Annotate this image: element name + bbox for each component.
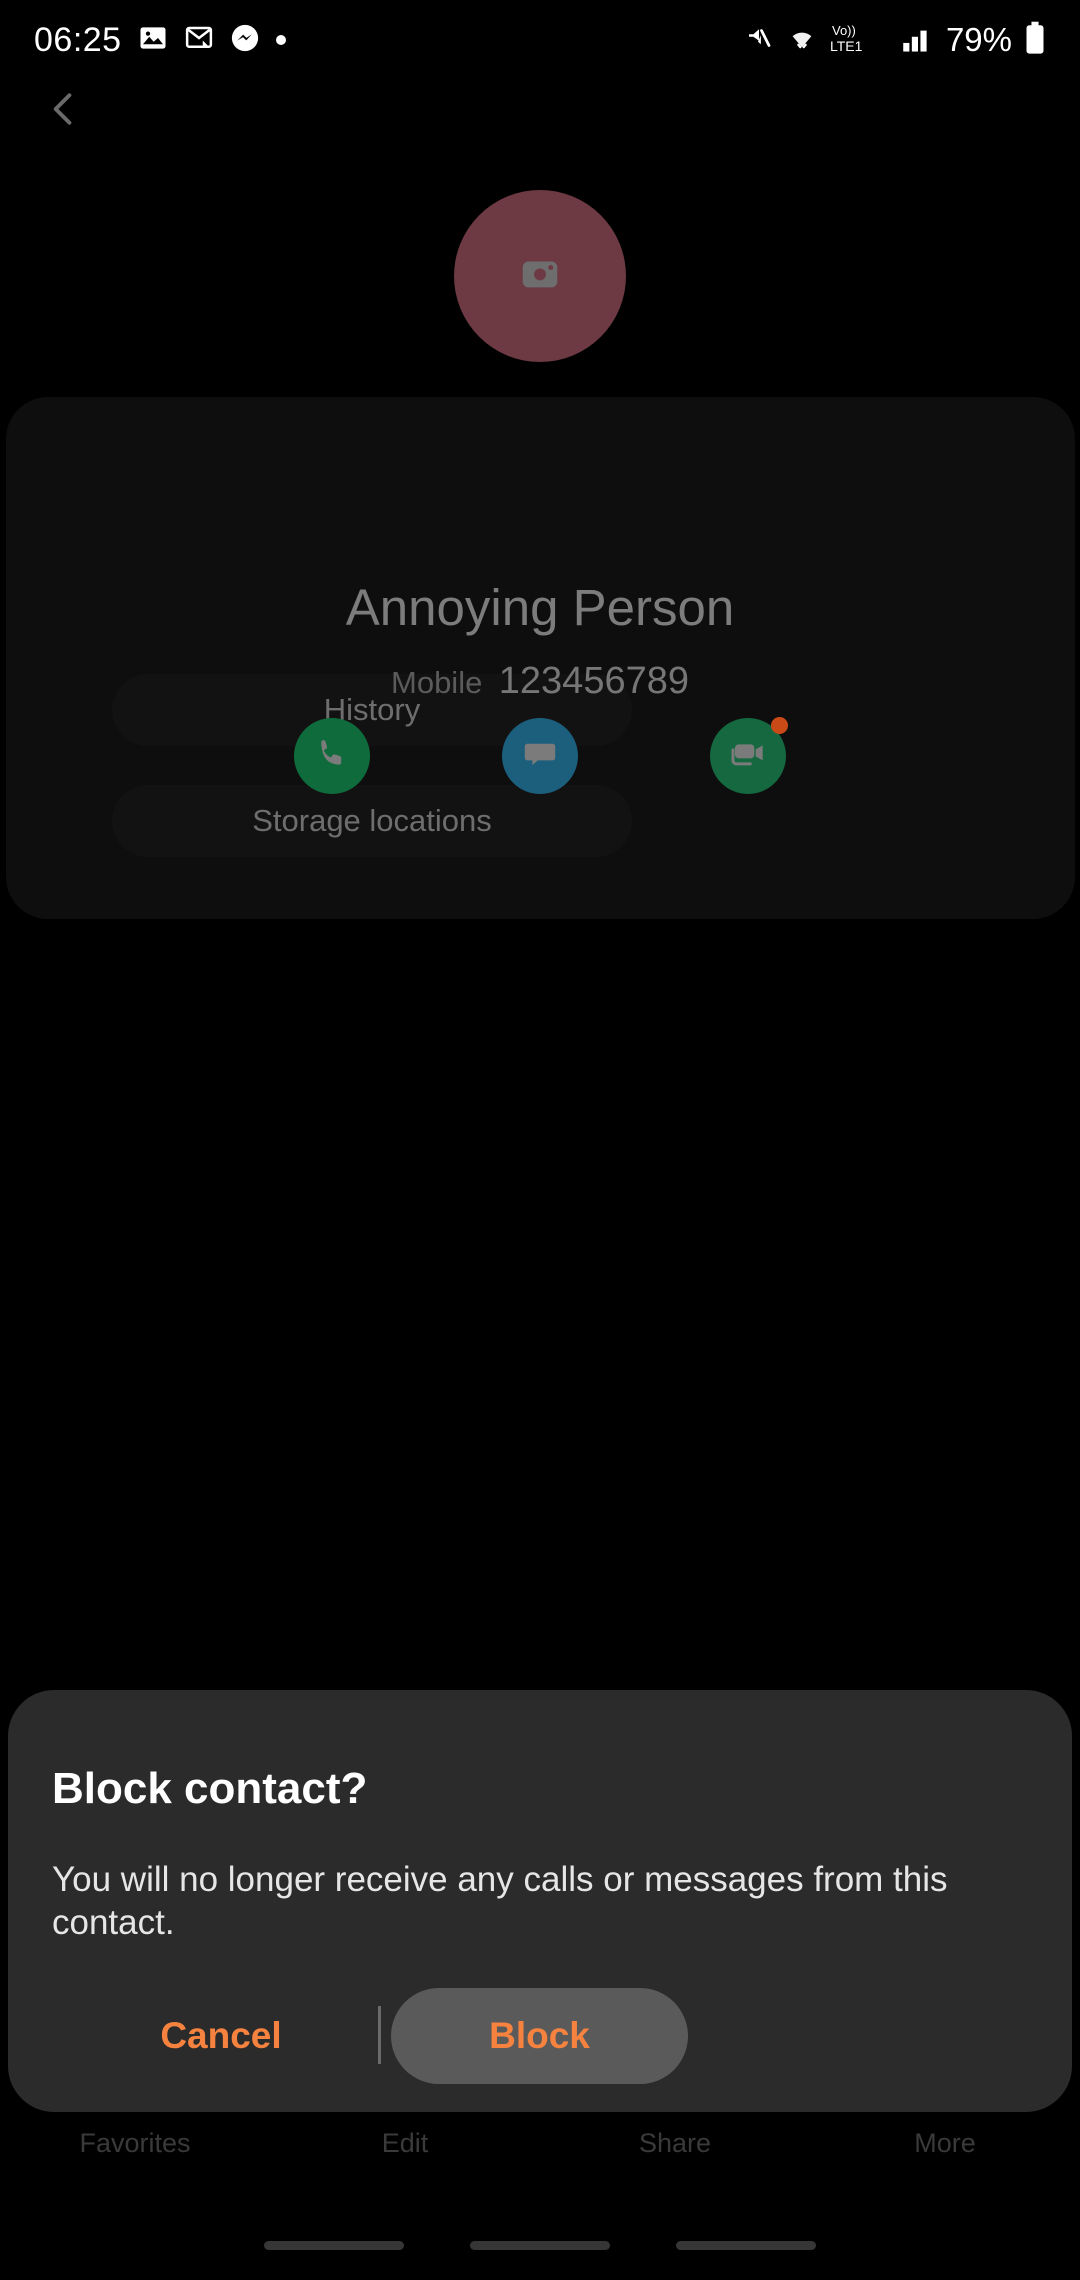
back-button[interactable] [30, 78, 96, 144]
gesture-handle-home[interactable] [470, 2240, 610, 2250]
dialog-title: Block contact? [52, 1764, 368, 1813]
contact-number-row[interactable]: Mobile 123456789 [0, 660, 1080, 703]
gallery-icon [138, 23, 168, 58]
storage-locations-button[interactable]: Storage locations [112, 785, 632, 857]
wifi-icon [786, 23, 818, 58]
contact-number-label: Mobile [391, 665, 483, 700]
svg-text:LTE1: LTE1 [830, 38, 863, 54]
storage-locations-label: Storage locations [252, 803, 492, 838]
gesture-handle-back[interactable] [676, 2240, 816, 2250]
status-bar: 06:25 Vo)) LTE1 79% [0, 0, 1080, 80]
dialog-body-text: You will no longer receive any calls or … [52, 1860, 948, 1943]
cancel-button[interactable]: Cancel [106, 1996, 336, 2076]
block-button[interactable]: Block [391, 1988, 688, 2084]
block-contact-dialog: Block contact? You will no longer receiv… [8, 1690, 1072, 2112]
email-icon [184, 23, 214, 58]
gesture-navigation-bar [0, 2210, 1080, 2280]
avatar[interactable] [454, 190, 626, 362]
signal-bars-icon [902, 23, 934, 58]
svg-text:Vo)): Vo)) [832, 23, 856, 38]
video-camera-icon [728, 734, 768, 779]
contact-name: Annoying Person [345, 579, 735, 636]
contact-number-value: 123456789 [498, 660, 689, 702]
video-call-badge [771, 717, 788, 734]
messenger-icon [230, 23, 260, 58]
contact-action-row [0, 717, 1080, 794]
status-bar-left: 06:25 [34, 21, 286, 60]
gesture-handle-recents[interactable] [264, 2240, 404, 2250]
camera-icon [517, 251, 563, 302]
bottom-navigation-bar: Favorites Edit Share More [0, 2128, 1080, 2192]
status-clock: 06:25 [34, 20, 122, 59]
mute-icon [744, 23, 774, 58]
call-button[interactable] [294, 718, 370, 794]
nav-item-favorites[interactable]: Favorites [0, 2128, 270, 2159]
phone-icon [313, 735, 351, 778]
status-bar-right: Vo)) LTE1 79% [744, 21, 1046, 60]
dialog-action-row: Cancel Block [8, 1988, 1072, 2084]
video-call-button[interactable] [710, 717, 788, 794]
battery-percent-label: 79% [945, 21, 1012, 58]
message-button[interactable] [502, 718, 578, 794]
nav-item-more[interactable]: More [810, 2128, 1080, 2159]
battery-icon [1024, 21, 1046, 60]
phone-screen: 06:25 Vo)) LTE1 79% Annoying Person Mobi… [0, 0, 1080, 2280]
back-chevron-icon [41, 87, 85, 136]
dot-indicator [275, 35, 286, 45]
speech-bubble-icon [521, 735, 559, 778]
volte-icon: Vo)) LTE1 [830, 21, 890, 60]
dialog-action-divider [378, 2006, 381, 2064]
nav-item-edit[interactable]: Edit [270, 2128, 540, 2159]
nav-item-share[interactable]: Share [540, 2128, 810, 2159]
